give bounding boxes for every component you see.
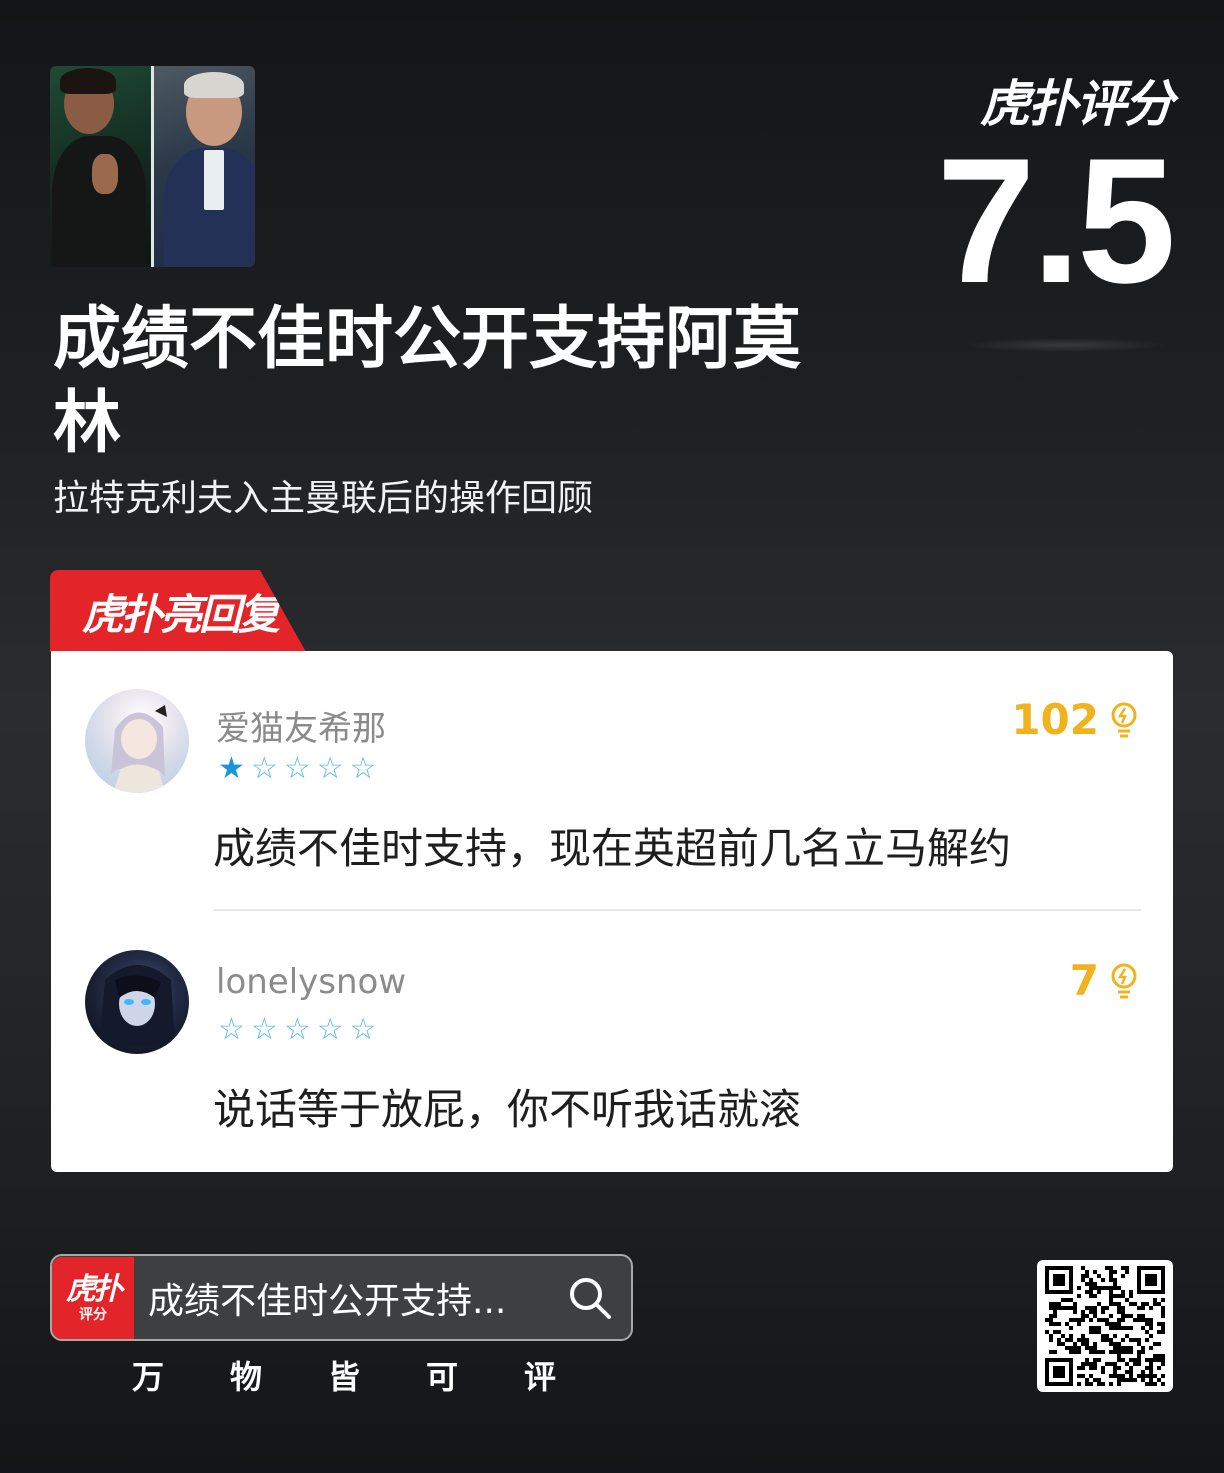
article-thumbnail[interactable] [50,66,255,267]
slogan-char: 评 [523,1358,556,1396]
star-empty-icon: ☆ [218,1012,245,1047]
like-count: 7 [1069,956,1099,1005]
rating-stars: ★ ☆ ☆ ☆ ☆ [218,753,377,785]
comment-username[interactable]: 爱猫友希那 [216,701,386,750]
star-filled-icon: ★ [218,751,245,786]
app-logo-text: 虎扑 [66,1271,123,1307]
star-empty-icon: ☆ [316,751,344,786]
highlight-replies-tag: 虎扑亮回复 [50,570,306,652]
slogan-char: 万 [131,1358,164,1396]
page-title: 成绩不佳时公开支持阿莫林 [53,300,802,463]
slogan: 万 物 皆 可 评 [130,1352,558,1398]
reply-tag-label: 虎扑亮回复 [82,589,280,639]
comment-text: 成绩不佳时支持，现在英超前几名立马解约 [213,824,1012,873]
avatar[interactable] [85,950,189,1054]
avatar[interactable] [85,689,189,793]
comment-divider [213,909,1141,911]
lightbulb-icon [1111,702,1137,737]
search-bar[interactable]: 虎扑 评分 成绩不佳时公开支持... [50,1254,633,1341]
rating-stars: ☆ ☆ ☆ ☆ ☆ [218,1014,377,1046]
like-count: 102 [1011,695,1099,744]
like-button[interactable]: 7 [1070,956,1139,1005]
page-subtitle: 拉特克利夫入主曼联后的操作回顾 [53,478,594,519]
app-logo-subtext: 评分 [79,1306,107,1323]
like-button[interactable]: 102 [1011,695,1139,744]
slogan-char: 物 [229,1358,262,1396]
score-value: 7.5 [936,121,1176,320]
score-reflection [962,338,1168,352]
comment-text: 说话等于放屁，你不听我话就滚 [213,1085,802,1134]
comments-card: 爱猫友希那 ★ ☆ ☆ ☆ ☆ 102 成绩不佳时支持，现在英超前几名立马解约 [51,651,1173,1172]
app-logo-icon: 虎扑 评分 [52,1256,134,1339]
thumbnail-photo-left [50,66,151,267]
slogan-char: 可 [425,1358,458,1396]
star-empty-icon: ☆ [349,1012,377,1047]
star-empty-icon: ☆ [316,1012,344,1047]
comment-username[interactable]: lonelysnow [216,962,406,1002]
star-empty-icon: ☆ [283,751,311,786]
star-empty-icon: ☆ [250,751,278,786]
qr-code[interactable] [1037,1260,1173,1392]
search-query[interactable]: 成绩不佳时公开支持... [148,1272,567,1324]
brand-logo: 虎扑评分 [980,64,1174,133]
star-empty-icon: ☆ [283,1012,311,1047]
lightbulb-icon [1111,963,1137,998]
star-empty-icon: ☆ [349,751,377,786]
search-icon[interactable] [567,1275,613,1321]
star-empty-icon: ☆ [250,1012,278,1047]
thumbnail-photo-right [151,66,255,267]
slogan-char: 皆 [327,1358,360,1396]
